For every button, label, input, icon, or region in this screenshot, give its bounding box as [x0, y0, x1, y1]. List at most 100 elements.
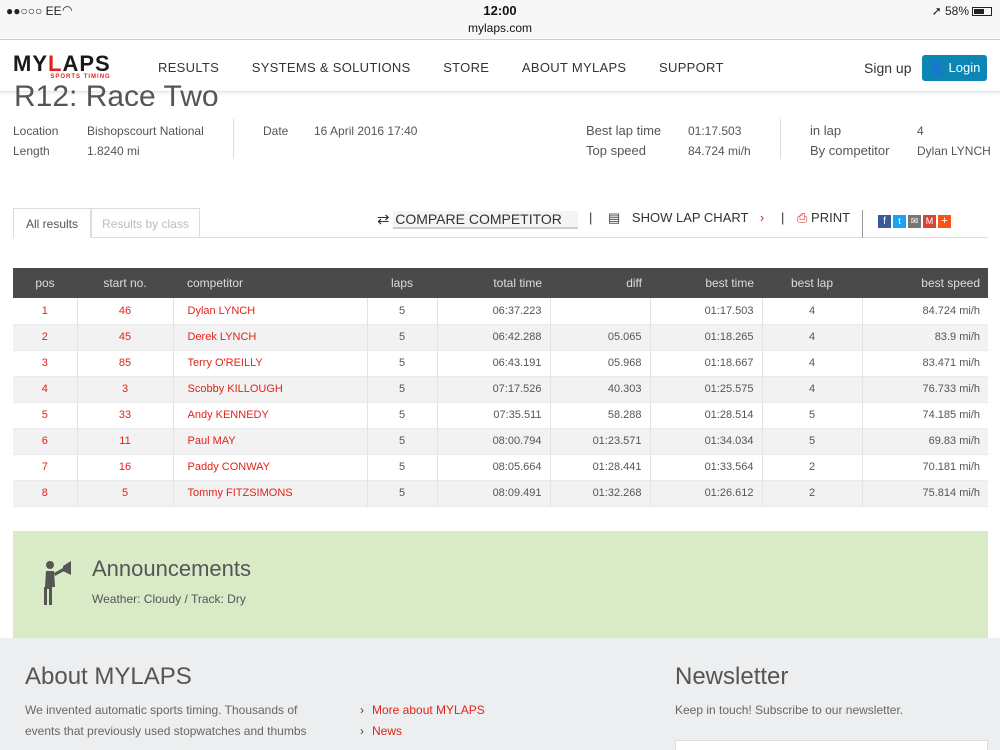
- print-button[interactable]: ⎙ PRINT: [797, 210, 850, 226]
- email-icon[interactable]: ✉: [908, 215, 921, 228]
- user-icon: 👤: [928, 60, 945, 75]
- by-competitor-label: By competitor: [810, 143, 890, 158]
- link-label: More about MYLAPS: [372, 703, 485, 717]
- header-laps[interactable]: laps: [367, 268, 437, 298]
- cell-competitor[interactable]: Derek LYNCH: [173, 324, 368, 351]
- header-total-time[interactable]: total time: [437, 268, 550, 298]
- cell-pos: 2: [13, 324, 78, 351]
- cell-pos: 1: [13, 298, 78, 325]
- cell-best-lap: 4: [762, 298, 863, 325]
- header-best-lap[interactable]: best lap: [762, 268, 862, 298]
- header-competitor[interactable]: competitor: [173, 268, 367, 298]
- twitter-icon[interactable]: t: [893, 215, 906, 228]
- in-lap-label: in lap: [810, 123, 842, 138]
- cell-total-time: 07:35.511: [437, 402, 551, 429]
- nav-results[interactable]: RESULTS: [158, 60, 219, 75]
- date-value: 16 April 2016 17:40: [314, 124, 418, 138]
- in-lap-values: 4 Dylan LYNCH: [917, 121, 991, 161]
- url-bar[interactable]: mylaps.com: [0, 21, 1000, 35]
- cell-start-no: 45: [77, 324, 174, 351]
- top-speed-value: 84.724 mi/h: [688, 144, 751, 158]
- table-row[interactable]: 2 45 Derek LYNCH 5 06:42.288 05.065 01:18.265 4…: [13, 324, 988, 351]
- cell-diff: [550, 298, 651, 325]
- cell-best-time: 01:33.564: [650, 454, 763, 481]
- announcements-text: Weather: Cloudy / Track: Dry: [92, 592, 246, 606]
- cell-best-speed: 75.814 mi/h: [862, 480, 988, 507]
- swap-arrows-icon: ⇄: [377, 211, 390, 228]
- header-diff[interactable]: diff: [550, 268, 650, 298]
- announcements-panel: Announcements Weather: Cloudy / Track: D…: [13, 531, 988, 638]
- cell-laps: 5: [367, 376, 438, 403]
- printer-icon: ⎙: [797, 210, 808, 225]
- cell-best-lap: 5: [762, 402, 863, 429]
- footer: About MYLAPS We invented automatic sport…: [0, 638, 1000, 750]
- cell-competitor[interactable]: Paul MAY: [173, 428, 368, 455]
- tab-all-results[interactable]: All results: [13, 208, 91, 238]
- tab-underline: [200, 237, 988, 238]
- nav-systems-solutions[interactable]: SYSTEMS & SOLUTIONS: [252, 60, 411, 75]
- location-value: Bishopscourt National: [87, 124, 204, 138]
- cell-best-time: 01:18.667: [650, 350, 763, 377]
- cell-pos: 5: [13, 402, 78, 429]
- compare-label: COMPARE COMPETITOR: [393, 211, 578, 229]
- about-title: About MYLAPS: [25, 663, 192, 690]
- cell-competitor[interactable]: Andy KENNEDY: [173, 402, 368, 429]
- header-pos[interactable]: pos: [13, 268, 77, 298]
- compare-competitor-button[interactable]: ⇄ COMPARE COMPETITOR: [377, 210, 578, 229]
- table-row[interactable]: 8 5 Tommy FITZSIMONS 5 08:09.491 01:32.268 01:…: [13, 480, 988, 507]
- cell-competitor[interactable]: Tommy FITZSIMONS: [173, 480, 368, 507]
- cell-competitor[interactable]: Scobby KILLOUGH: [173, 376, 368, 403]
- table-row[interactable]: 7 16 Paddy CONWAY 5 08:05.664 01:28.441 01:33.…: [13, 454, 988, 481]
- header-best-time[interactable]: best time: [650, 268, 762, 298]
- cell-best-time: 01:26.612: [650, 480, 763, 507]
- cell-start-no: 11: [77, 428, 174, 455]
- cell-competitor[interactable]: Terry O'REILLY: [173, 350, 368, 377]
- cell-start-no: 33: [77, 402, 174, 429]
- footer-link-news[interactable]: › News: [360, 721, 485, 742]
- best-lap-labels: Best lap time Top speed: [586, 121, 661, 161]
- login-button[interactable]: 👤 Login: [922, 55, 987, 81]
- mylaps-logo[interactable]: MYLAPS SPORTS TIMING: [13, 53, 111, 81]
- table-row[interactable]: 3 85 Terry O'REILLY 5 06:43.191 05.968 01:18.6…: [13, 350, 988, 377]
- cell-best-lap: 4: [762, 350, 863, 377]
- tab-results-by-class[interactable]: Results by class: [91, 208, 200, 238]
- show-lap-chart-button[interactable]: ▤ SHOW LAP CHART ›: [608, 210, 764, 226]
- cell-start-no: 3: [77, 376, 174, 403]
- cell-pos: 4: [13, 376, 78, 403]
- cell-competitor[interactable]: Dylan LYNCH: [173, 298, 368, 325]
- tools-separator: |: [781, 210, 785, 225]
- facebook-icon[interactable]: f: [878, 215, 891, 228]
- status-bar: ●●○○○ EE ◠ 12:00 mylaps.com ➚ 58%: [0, 0, 1000, 40]
- cell-competitor[interactable]: Paddy CONWAY: [173, 454, 368, 481]
- signup-link[interactable]: Sign up: [864, 60, 911, 76]
- table-row[interactable]: 6 11 Paul MAY 5 08:00.794 01:23.571 01:34.034 5…: [13, 428, 988, 455]
- best-lap-time-value: 01:17.503: [688, 124, 742, 138]
- lap-chart-icon: ▤: [608, 210, 621, 225]
- about-text: We invented automatic sports timing. Tho…: [25, 703, 307, 738]
- chevron-right-icon: ›: [759, 210, 765, 225]
- cell-best-time: 01:28.514: [650, 402, 763, 429]
- divider: [233, 119, 234, 159]
- more-share-icon[interactable]: +: [938, 215, 951, 228]
- nav-about[interactable]: ABOUT MYLAPS: [522, 60, 627, 75]
- cell-total-time: 08:00.794: [437, 428, 551, 455]
- header-best-speed[interactable]: best speed: [862, 268, 988, 298]
- table-row[interactable]: 5 33 Andy KENNEDY 5 07:35.511 58.288 01:28.514…: [13, 402, 988, 429]
- gmail-icon[interactable]: M: [923, 215, 936, 228]
- table-row[interactable]: 4 3 Scobby KILLOUGH 5 07:17.526 40.303 01:25.5…: [13, 376, 988, 403]
- table-header: pos start no. competitor laps total time…: [13, 268, 988, 298]
- cell-diff: 01:23.571: [550, 428, 651, 455]
- tools-separator: |: [589, 210, 593, 225]
- nav-store[interactable]: STORE: [443, 60, 489, 75]
- footer-link-more-about[interactable]: › More about MYLAPS: [360, 700, 485, 721]
- header-start-no[interactable]: start no.: [77, 268, 173, 298]
- newsletter-email-input[interactable]: [675, 740, 988, 750]
- megaphone-person-icon: [44, 561, 71, 605]
- table-row[interactable]: 1 46 Dylan LYNCH 5 06:37.223 01:17.503 4 84.724…: [13, 298, 988, 325]
- nav-support[interactable]: SUPPORT: [659, 60, 724, 75]
- cell-diff: 58.288: [550, 402, 651, 429]
- nav-menu: RESULTS SYSTEMS & SOLUTIONS STORE ABOUT …: [158, 60, 753, 75]
- newsletter-title: Newsletter: [675, 663, 789, 690]
- cell-best-lap: 4: [762, 376, 863, 403]
- cell-best-time: 01:17.503: [650, 298, 763, 325]
